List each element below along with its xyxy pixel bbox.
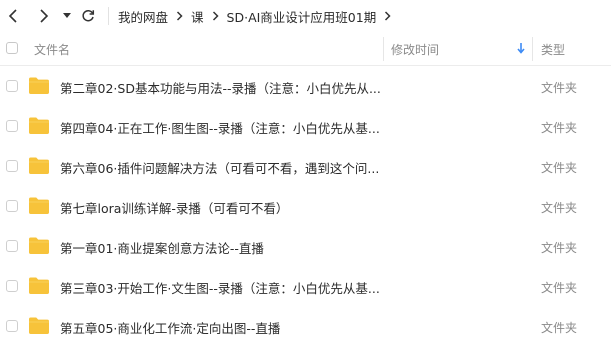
chevron-right-icon	[40, 9, 49, 23]
breadcrumb-item-course[interactable]: 课	[191, 7, 204, 26]
folder-icon	[29, 157, 49, 174]
row-checkbox[interactable]	[6, 240, 18, 252]
row-checkbox[interactable]	[6, 280, 18, 292]
breadcrumb-item-my-drive[interactable]: 我的网盘	[118, 7, 168, 26]
breadcrumb-separator-icon	[212, 11, 219, 21]
file-name[interactable]: 第六章06·插件问题解决方法（可看可不看，遇到这个问...	[60, 158, 379, 177]
file-list: 第二章02·SD基本功能与用法--录播（注意：小白优先从... 文件夹 第四章0…	[0, 66, 611, 346]
column-header-modified-time[interactable]: 修改时间	[391, 41, 439, 58]
refresh-icon	[82, 9, 95, 22]
breadcrumb: 我的网盘 课 SD·AI商业设计应用班01期	[118, 0, 399, 32]
file-type: 文件夹	[541, 201, 578, 215]
file-name[interactable]: 第五章05·商业化工作流·定向出图--直播	[60, 318, 280, 337]
column-header-name[interactable]: 文件名	[34, 41, 70, 58]
file-row[interactable]: 第二章02·SD基本功能与用法--录播（注意：小白优先从... 文件夹	[0, 66, 611, 106]
file-row[interactable]: 第五章05·商业化工作流·定向出图--直播 文件夹	[0, 306, 611, 346]
forward-button[interactable]	[33, 6, 55, 26]
back-button[interactable]	[2, 6, 24, 26]
sort-descending-icon[interactable]	[516, 41, 526, 55]
select-all-checkbox[interactable]	[6, 42, 18, 54]
file-row[interactable]: 第三章03·开始工作·文生图--录播（注意：小白优先从基... 文件夹	[0, 266, 611, 306]
folder-icon	[29, 77, 49, 94]
file-type: 文件夹	[541, 81, 578, 95]
file-type: 文件夹	[541, 161, 578, 175]
breadcrumb-separator-icon	[176, 11, 183, 21]
file-list-header: 文件名 修改时间 类型	[0, 33, 611, 66]
chevron-left-icon	[8, 9, 17, 23]
toolbar: 我的网盘 课 SD·AI商业设计应用班01期	[0, 0, 611, 32]
file-type: 文件夹	[541, 281, 578, 295]
toolbar-divider	[108, 7, 109, 25]
column-header-type[interactable]: 类型	[541, 41, 565, 58]
file-name[interactable]: 第四章04·正在工作·图生图--录播（注意：小白优先从基...	[60, 118, 380, 137]
row-checkbox[interactable]	[6, 320, 18, 332]
row-checkbox[interactable]	[6, 120, 18, 132]
file-row[interactable]: 第一章01·商业提案创意方法论--直播 文件夹	[0, 226, 611, 266]
folder-icon	[29, 197, 49, 214]
breadcrumb-item-current-folder[interactable]: SD·AI商业设计应用班01期	[227, 7, 377, 26]
file-row[interactable]: 第四章04·正在工作·图生图--录播（注意：小白优先从基... 文件夹	[0, 106, 611, 146]
file-row[interactable]: 第七章lora训练详解-录播（可看可不看） 文件夹	[0, 186, 611, 226]
folder-icon	[29, 317, 49, 334]
column-divider[interactable]	[532, 37, 533, 61]
file-name[interactable]: 第一章01·商业提案创意方法论--直播	[60, 238, 264, 257]
file-name[interactable]: 第七章lora训练详解-录播（可看可不看）	[60, 198, 288, 217]
history-dropdown-button[interactable]	[60, 8, 74, 24]
refresh-button[interactable]	[78, 6, 98, 26]
row-checkbox[interactable]	[6, 160, 18, 172]
file-type: 文件夹	[541, 241, 578, 255]
file-name[interactable]: 第二章02·SD基本功能与用法--录播（注意：小白优先从...	[60, 78, 381, 97]
caret-down-icon	[63, 13, 71, 18]
breadcrumb-separator-icon	[384, 11, 391, 21]
file-row[interactable]: 第六章06·插件问题解决方法（可看可不看，遇到这个问... 文件夹	[0, 146, 611, 186]
folder-icon	[29, 277, 49, 294]
folder-icon	[29, 117, 49, 134]
file-type: 文件夹	[541, 321, 578, 335]
file-type: 文件夹	[541, 121, 578, 135]
folder-icon	[29, 237, 49, 254]
column-divider[interactable]	[383, 37, 384, 61]
file-name[interactable]: 第三章03·开始工作·文生图--录播（注意：小白优先从基...	[60, 278, 380, 297]
row-checkbox[interactable]	[6, 200, 18, 212]
row-checkbox[interactable]	[6, 80, 18, 92]
